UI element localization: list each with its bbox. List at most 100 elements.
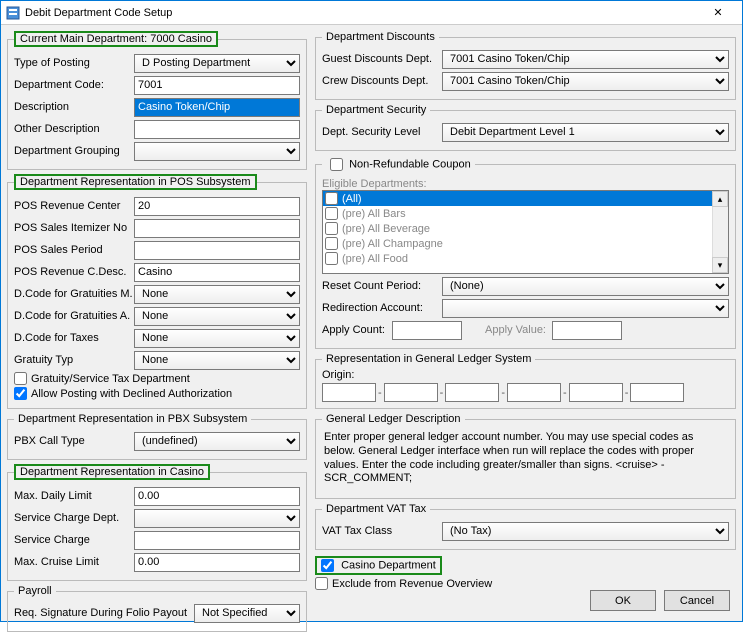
type-of-posting-label: Type of Posting: [14, 57, 134, 69]
max-cruise-label: Max. Cruise Limit: [14, 556, 134, 568]
pos-rev-cdesc-label: POS Revenue C.Desc.: [14, 266, 134, 278]
list-item-checkbox[interactable]: [325, 237, 338, 250]
max-cruise-input[interactable]: [134, 553, 300, 572]
list-item: (pre) All Food: [323, 251, 728, 266]
coupon-legend-text: Non-Refundable Coupon: [349, 158, 471, 170]
vat-class-select[interactable]: (No Tax): [442, 522, 729, 541]
grat-service-tax-checkbox[interactable]: [14, 372, 27, 385]
gratuity-typ-label: Gratuity Typ: [14, 354, 134, 366]
reset-period-label: Reset Count Period:: [322, 280, 442, 292]
origin-input-2[interactable]: [384, 383, 438, 402]
dept-code-input[interactable]: [134, 76, 300, 95]
dcode-grat-a-label: D.Code for Gratuities A.: [14, 310, 134, 322]
apply-value-input[interactable]: [552, 321, 622, 340]
gl-legend: Representation in General Ledger System: [322, 353, 535, 365]
eligible-listbox[interactable]: (All) (pre) All Bars (pre) All Beverage …: [322, 190, 729, 274]
origin-input-3[interactable]: [445, 383, 499, 402]
security-group: Department Security Dept. Security Level…: [315, 104, 736, 151]
origin-label: Origin:: [322, 369, 729, 381]
vat-group: Department VAT Tax VAT Tax Class(No Tax): [315, 503, 736, 550]
list-item-checkbox[interactable]: [325, 207, 338, 220]
casino-group: Department Representation in Casino Max.…: [7, 464, 307, 581]
pos-group: Department Representation in POS Subsyst…: [7, 174, 307, 409]
max-daily-label: Max. Daily Limit: [14, 490, 134, 502]
dept-grouping-label: Department Grouping: [14, 145, 134, 157]
exclude-rev-label: Exclude from Revenue Overview: [332, 578, 492, 590]
list-item-checkbox[interactable]: [325, 222, 338, 235]
coupon-group: Non-Refundable Coupon Eligible Departmen…: [315, 155, 736, 349]
dept-grouping-select[interactable]: [134, 142, 300, 161]
main-dept-group: Current Main Department: 7000 Casino Typ…: [7, 31, 307, 170]
casino-dept-label: Casino Department: [341, 559, 436, 571]
svc-charge-input[interactable]: [134, 531, 300, 550]
apply-value-label: Apply Value:: [462, 324, 552, 336]
content-area: Current Main Department: 7000 Casino Typ…: [1, 25, 742, 621]
gl-desc-text: Enter proper general ledger account numb…: [322, 429, 729, 492]
list-item: (pre) All Bars: [323, 206, 728, 221]
close-button[interactable]: ✕: [698, 1, 738, 24]
allow-declined-checkbox[interactable]: [14, 387, 27, 400]
list-item-checkbox[interactable]: [325, 252, 338, 265]
dialog-window: Debit Department Code Setup ✕ Current Ma…: [0, 0, 743, 622]
coupon-checkbox[interactable]: [330, 158, 343, 171]
pos-sales-period-input[interactable]: [134, 241, 300, 260]
crew-disc-label: Crew Discounts Dept.: [322, 75, 442, 87]
payroll-legend: Payroll: [14, 585, 56, 597]
origin-input-1[interactable]: [322, 383, 376, 402]
list-item: (pre) All Champagne: [323, 236, 728, 251]
coupon-legend: Non-Refundable Coupon: [322, 155, 475, 174]
pos-rev-cdesc-input[interactable]: [134, 263, 300, 282]
gl-desc-group: General Ledger Description Enter proper …: [315, 413, 736, 499]
scrollbar[interactable]: [712, 207, 728, 257]
titlebar: Debit Department Code Setup ✕: [1, 1, 742, 25]
exclude-rev-checkbox[interactable]: [315, 577, 328, 590]
pbx-group: Department Representation in PBX Subsyst…: [7, 413, 307, 460]
max-daily-input[interactable]: [134, 487, 300, 506]
reset-period-select[interactable]: (None): [442, 277, 729, 296]
security-legend: Department Security: [322, 104, 430, 116]
dept-code-label: Department Code:: [14, 79, 134, 91]
dcode-taxes-select[interactable]: None: [134, 329, 300, 348]
dcode-grat-a-select[interactable]: None: [134, 307, 300, 326]
gratuity-typ-select[interactable]: None: [134, 351, 300, 370]
list-item-checkbox[interactable]: [325, 192, 338, 205]
list-item: (pre) All Beverage: [323, 221, 728, 236]
discounts-legend: Department Discounts: [322, 31, 439, 43]
main-dept-legend: Current Main Department: 7000 Casino: [14, 31, 218, 47]
pos-itemizer-input[interactable]: [134, 219, 300, 238]
pbx-call-type-select[interactable]: (undefined): [134, 432, 300, 451]
svc-charge-dept-select[interactable]: [134, 509, 300, 528]
payroll-group: Payroll Req. Signature During Folio Payo…: [7, 585, 307, 632]
scroll-down-button[interactable]: ▾: [712, 257, 728, 273]
dcode-grat-m-select[interactable]: None: [134, 285, 300, 304]
cancel-button[interactable]: Cancel: [664, 590, 730, 611]
scroll-up-button[interactable]: ▴: [712, 191, 728, 207]
req-sig-select[interactable]: Not Specified: [194, 604, 300, 623]
ok-button[interactable]: OK: [590, 590, 656, 611]
description-input[interactable]: [134, 98, 300, 117]
description-label: Description: [14, 101, 134, 113]
origin-input-5[interactable]: [569, 383, 623, 402]
type-of-posting-select[interactable]: D Posting Department: [134, 54, 300, 73]
sec-level-label: Dept. Security Level: [322, 126, 442, 138]
guest-disc-select[interactable]: 7001 Casino Token/Chip: [442, 50, 729, 69]
pos-sales-period-label: POS Sales Period: [14, 244, 134, 256]
svc-charge-dept-label: Service Charge Dept.: [14, 512, 134, 524]
crew-disc-select[interactable]: 7001 Casino Token/Chip: [442, 72, 729, 91]
redir-account-label: Redirection Account:: [322, 302, 442, 314]
svc-charge-label: Service Charge: [14, 534, 134, 546]
gl-group: Representation in General Ledger System …: [315, 353, 736, 409]
eligible-label: Eligible Departments:: [322, 178, 729, 190]
casino-dept-checkbox[interactable]: [321, 559, 334, 572]
casino-dept-highlight: Casino Department: [315, 556, 442, 575]
apply-count-input[interactable]: [392, 321, 462, 340]
pos-rev-center-input[interactable]: [134, 197, 300, 216]
origin-input-4[interactable]: [507, 383, 561, 402]
redir-account-select[interactable]: [442, 299, 729, 318]
other-desc-input[interactable]: [134, 120, 300, 139]
origin-input-6[interactable]: [630, 383, 684, 402]
sec-level-select[interactable]: Debit Department Level 1: [442, 123, 729, 142]
vat-legend: Department VAT Tax: [322, 503, 430, 515]
apply-count-label: Apply Count:: [322, 324, 392, 336]
vat-class-label: VAT Tax Class: [322, 525, 442, 537]
